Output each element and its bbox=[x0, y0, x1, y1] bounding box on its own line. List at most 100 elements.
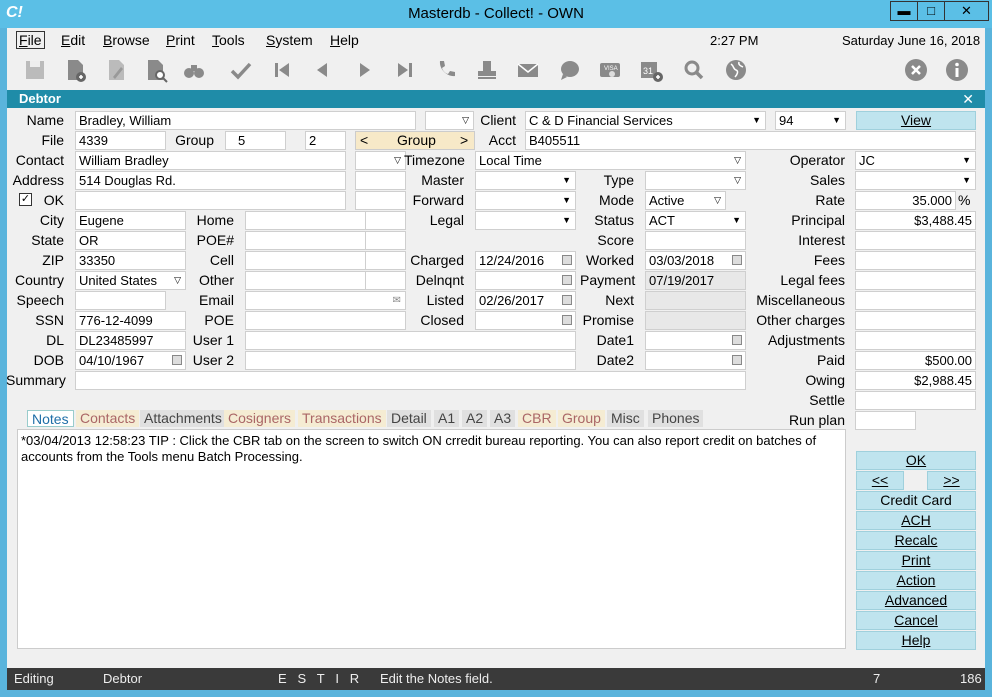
calendar-icon[interactable] bbox=[562, 275, 572, 285]
advanced-button[interactable]: Advanced bbox=[856, 591, 976, 610]
action-button[interactable]: Action bbox=[856, 571, 976, 590]
calendar-icon[interactable] bbox=[562, 295, 572, 305]
ok-checkbox[interactable]: ✓ bbox=[19, 193, 32, 206]
save-icon[interactable] bbox=[21, 56, 49, 84]
legal-fees-field[interactable] bbox=[855, 271, 976, 290]
chat-icon[interactable] bbox=[555, 56, 583, 84]
client-number-select[interactable]: 94 ▼ bbox=[775, 111, 846, 130]
client-select[interactable]: C & D Financial Services ▼ bbox=[525, 111, 766, 130]
tab-notes[interactable]: Notes bbox=[27, 410, 74, 427]
tab-contacts[interactable]: Contacts bbox=[76, 410, 140, 427]
cell-ext-field[interactable] bbox=[365, 251, 406, 270]
tab-a1[interactable]: A1 bbox=[434, 410, 460, 427]
principal-field[interactable]: $3,488.45 bbox=[855, 211, 976, 230]
contact-dropdown[interactable]: ▽ bbox=[355, 151, 406, 170]
operator-select[interactable]: JC ▼ bbox=[855, 151, 976, 170]
dob-date-field[interactable]: 04/10/1967 bbox=[75, 351, 186, 370]
country-select[interactable]: United States ▽ bbox=[75, 271, 186, 290]
type-select[interactable]: ▽ bbox=[645, 171, 746, 190]
cancel-icon[interactable] bbox=[902, 56, 930, 84]
minimize-button[interactable]: ▬ bbox=[890, 1, 918, 21]
tab-group[interactable]: Group bbox=[558, 410, 605, 427]
group-field[interactable]: 5 bbox=[225, 131, 286, 150]
globe-icon[interactable] bbox=[722, 56, 750, 84]
poe-ext-field[interactable] bbox=[365, 231, 406, 250]
credit-card-button[interactable]: Credit Card bbox=[856, 491, 976, 510]
legal-select[interactable]: ▼ bbox=[475, 211, 576, 230]
group-nav-label[interactable]: Group bbox=[397, 131, 436, 149]
calendar-add-icon[interactable]: 31 bbox=[637, 56, 665, 84]
score-field[interactable] bbox=[645, 231, 746, 250]
date2-field[interactable] bbox=[645, 351, 746, 370]
prev-record-button[interactable]: << bbox=[856, 471, 904, 490]
forward-select[interactable]: ▼ bbox=[475, 191, 576, 210]
maximize-button[interactable]: □ bbox=[917, 1, 945, 21]
state-field[interactable]: OR bbox=[75, 231, 186, 250]
envelope-icon[interactable]: ✉ bbox=[393, 292, 401, 309]
menu-print[interactable]: Print bbox=[166, 32, 195, 48]
file-field[interactable]: 4339 bbox=[75, 131, 166, 150]
check-icon[interactable] bbox=[227, 56, 255, 84]
menu-browse[interactable]: Browse bbox=[103, 32, 150, 48]
group-next-button[interactable]: > bbox=[460, 131, 468, 149]
other-phone-field[interactable] bbox=[245, 271, 366, 290]
calendar-icon[interactable] bbox=[562, 255, 572, 265]
magnifier-icon[interactable] bbox=[680, 56, 708, 84]
address-field[interactable]: 514 Douglas Rd. bbox=[75, 171, 346, 190]
paid-field[interactable]: $500.00 bbox=[855, 351, 976, 370]
other-ext-field[interactable] bbox=[365, 271, 406, 290]
previous-record-icon[interactable] bbox=[309, 56, 337, 84]
interest-field[interactable] bbox=[855, 231, 976, 250]
sales-select[interactable]: ▼ bbox=[855, 171, 976, 190]
tab-cosigners[interactable]: Cosigners bbox=[224, 410, 296, 427]
fees-field[interactable] bbox=[855, 251, 976, 270]
last-record-icon[interactable] bbox=[391, 56, 419, 84]
stamp-icon[interactable] bbox=[473, 56, 501, 84]
home-phone-field[interactable] bbox=[245, 211, 366, 230]
close-window-button[interactable]: ✕ bbox=[944, 1, 989, 21]
adjustments-field[interactable] bbox=[855, 331, 976, 350]
user2-field[interactable] bbox=[245, 351, 576, 370]
print-button[interactable]: Print bbox=[856, 551, 976, 570]
group-prev-button[interactable]: < bbox=[360, 131, 368, 149]
calendar-icon[interactable] bbox=[172, 355, 182, 365]
first-record-icon[interactable] bbox=[268, 56, 296, 84]
menu-help[interactable]: Help bbox=[330, 32, 359, 48]
ach-button[interactable]: ACH bbox=[856, 511, 976, 530]
next-record-button[interactable]: >> bbox=[927, 471, 976, 490]
info-icon[interactable] bbox=[943, 56, 971, 84]
tab-detail[interactable]: Detail bbox=[387, 410, 431, 427]
charged-date-field[interactable]: 12/24/2016 bbox=[475, 251, 576, 270]
contact-field[interactable]: William Bradley bbox=[75, 151, 346, 170]
status-select[interactable]: ACT ▼ bbox=[645, 211, 746, 230]
group2-field[interactable]: 2 bbox=[305, 131, 346, 150]
name-dropdown[interactable]: ▽ bbox=[425, 111, 474, 130]
calendar-icon[interactable] bbox=[732, 355, 742, 365]
rate-field[interactable]: 35.000 bbox=[855, 191, 956, 210]
owing-field[interactable]: $2,988.45 bbox=[855, 371, 976, 390]
search-document-icon[interactable] bbox=[142, 56, 170, 84]
edit-document-icon[interactable] bbox=[102, 56, 130, 84]
menu-system[interactable]: System bbox=[266, 32, 313, 48]
closed-date-field[interactable] bbox=[475, 311, 576, 330]
timezone-select[interactable]: Local Time ▽ bbox=[475, 151, 746, 170]
run-plan-field[interactable] bbox=[855, 411, 916, 430]
poe-phone-field[interactable] bbox=[245, 231, 366, 250]
misc-field[interactable] bbox=[855, 291, 976, 310]
credit-card-icon[interactable]: VISA bbox=[596, 56, 624, 84]
tab-a3[interactable]: A3 bbox=[490, 410, 516, 427]
menu-edit[interactable]: Edit bbox=[61, 32, 85, 48]
ssn-field[interactable]: 776-12-4099 bbox=[75, 311, 186, 330]
menu-file[interactable]: File bbox=[16, 31, 45, 49]
notes-field[interactable]: *03/04/2013 12:58:23 TIP : Click the CBR… bbox=[17, 429, 846, 649]
tab-a2[interactable]: A2 bbox=[462, 410, 488, 427]
tab-transactions[interactable]: Transactions bbox=[298, 410, 386, 427]
ok-button[interactable]: OK bbox=[856, 451, 976, 470]
zip-field[interactable]: 33350 bbox=[75, 251, 186, 270]
tab-attachments[interactable]: Attachments bbox=[140, 410, 226, 427]
poe-field[interactable] bbox=[245, 311, 406, 330]
speech-field[interactable] bbox=[75, 291, 166, 310]
summary-field[interactable] bbox=[75, 371, 746, 390]
binoculars-icon[interactable] bbox=[180, 56, 208, 84]
calendar-icon[interactable] bbox=[732, 255, 742, 265]
